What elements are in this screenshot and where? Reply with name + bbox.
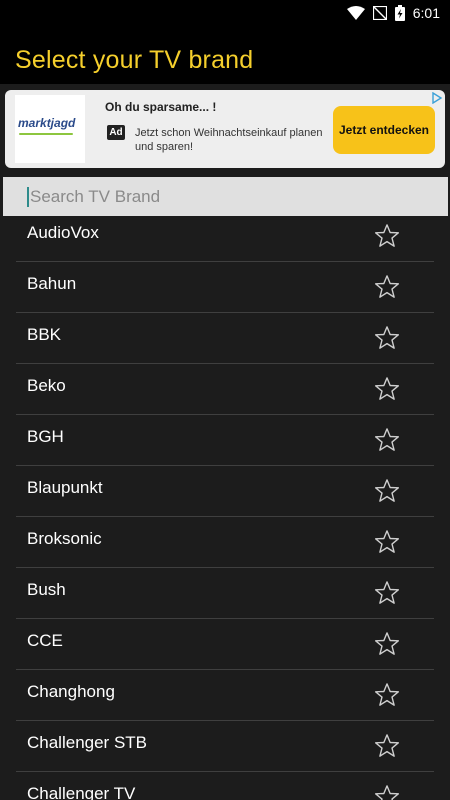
brand-name: Bahun: [27, 274, 77, 293]
text-cursor: [27, 187, 29, 207]
brand-name: Beko: [27, 376, 66, 395]
ad-description: Jetzt schon Weihnachtseinkauf planen und…: [135, 127, 323, 153]
list-item[interactable]: CCE: [0, 619, 450, 670]
ad-badge: Ad: [107, 125, 125, 140]
ad-logo-text: marktjagd: [18, 116, 76, 130]
ad-logo[interactable]: marktjagd: [15, 95, 85, 163]
brand-name: Challenger STB: [27, 733, 148, 752]
brand-name: CCE: [27, 631, 63, 650]
brand-list[interactable]: AudioVox Bahun BBK Beko BGH Blaupunkt Br…: [0, 216, 450, 800]
favorite-star-icon[interactable]: [372, 528, 402, 556]
brand-name: Challenger TV: [27, 784, 136, 800]
favorite-star-icon[interactable]: [372, 273, 402, 301]
favorite-star-icon[interactable]: [372, 222, 402, 250]
status-time: 6:01: [412, 5, 440, 21]
ad-container: marktjagd Oh du sparsame... ! Ad Jetzt s…: [0, 84, 450, 174]
brand-name: BBK: [27, 325, 62, 344]
list-item[interactable]: Blaupunkt: [0, 466, 450, 517]
status-icons: 6:01: [346, 4, 440, 22]
ad-cta-button[interactable]: Jetzt entdecken: [333, 106, 435, 154]
favorite-star-icon[interactable]: [372, 426, 402, 454]
brand-name: BGH: [27, 427, 64, 446]
list-item[interactable]: Beko: [0, 364, 450, 415]
favorite-star-icon[interactable]: [372, 732, 402, 760]
brand-name: Broksonic: [27, 529, 102, 548]
list-item[interactable]: BBK: [0, 313, 450, 364]
favorite-star-icon[interactable]: [372, 579, 402, 607]
list-item[interactable]: Bush: [0, 568, 450, 619]
favorite-star-icon[interactable]: [372, 375, 402, 403]
ad-choices-icon[interactable]: [431, 92, 443, 104]
list-item[interactable]: Challenger TV: [0, 772, 450, 800]
favorite-star-icon[interactable]: [372, 681, 402, 709]
brand-name: Changhong: [27, 682, 115, 701]
favorite-star-icon[interactable]: [372, 630, 402, 658]
no-signal-icon: [372, 6, 387, 20]
favorite-star-icon[interactable]: [372, 783, 402, 800]
list-item[interactable]: Broksonic: [0, 517, 450, 568]
battery-charging-icon: [394, 5, 405, 21]
list-item[interactable]: Changhong: [0, 670, 450, 721]
app-bar: Select your TV brand: [0, 26, 450, 84]
page-title: Select your TV brand: [15, 46, 254, 74]
list-item[interactable]: AudioVox: [0, 216, 450, 262]
list-item[interactable]: BGH: [0, 415, 450, 466]
brand-name: Blaupunkt: [27, 478, 103, 497]
ad-banner[interactable]: marktjagd Oh du sparsame... ! Ad Jetzt s…: [5, 90, 445, 168]
favorite-star-icon[interactable]: [372, 324, 402, 352]
wifi-icon: [346, 6, 365, 20]
list-item[interactable]: Bahun: [0, 262, 450, 313]
search-input[interactable]: Search TV Brand: [3, 177, 448, 216]
ad-logo-swoosh: [19, 133, 73, 135]
status-bar: 6:01: [0, 0, 450, 26]
favorite-star-icon[interactable]: [372, 477, 402, 505]
ad-title[interactable]: Oh du sparsame... !: [105, 100, 216, 114]
list-item[interactable]: Challenger STB: [0, 721, 450, 772]
brand-name: AudioVox: [27, 223, 99, 242]
brand-name: Bush: [27, 580, 66, 599]
search-placeholder: Search TV Brand: [30, 187, 161, 206]
